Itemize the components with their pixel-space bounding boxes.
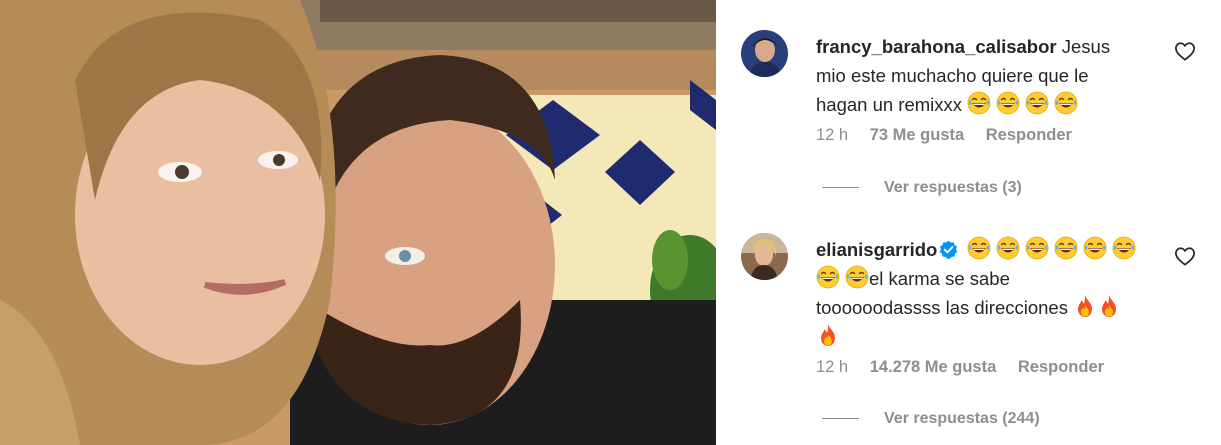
comment-username[interactable]: francy_barahona_calisabor (816, 36, 1057, 57)
laughing-emoji-icon (1054, 236, 1078, 260)
comment-body-line2: el karma se sabe (869, 268, 1010, 289)
comment-likes[interactable]: 14.278 Me gusta (870, 358, 997, 376)
comment-time: 12 h (816, 126, 849, 144)
comment-body-line3: toooooodassss las direcciones (816, 297, 1068, 318)
laughing-emoji-icon (1054, 91, 1078, 115)
fire-emoji-icon (1097, 294, 1121, 318)
comment-text: elianisgarrido el karma se sabe tooooood… (816, 235, 1156, 351)
comment-body-line3: hagan un remixxx (816, 94, 963, 115)
laughing-emoji-icon (816, 265, 840, 289)
comment-meta: 12 h 73 Me gusta Responder (816, 126, 1089, 145)
verified-badge-icon (940, 240, 958, 259)
avatar[interactable] (741, 233, 788, 280)
laughing-emoji-icon (1025, 236, 1049, 260)
laughing-emoji-icon (1112, 236, 1136, 260)
fire-emoji-icon (1073, 294, 1097, 318)
laughing-emoji-icon (996, 91, 1020, 115)
divider-line (822, 187, 859, 189)
avatar[interactable] (741, 30, 788, 77)
laughing-emoji-icon (1025, 91, 1049, 115)
laughing-emoji-icon (967, 236, 991, 260)
view-replies-label: Ver respuestas (3) (884, 179, 1022, 196)
view-replies-button[interactable]: Ver respuestas (3) (822, 179, 1022, 197)
post-photo (0, 0, 716, 445)
divider-line (822, 418, 859, 420)
reply-button[interactable]: Responder (1018, 358, 1104, 376)
view-replies-label: Ver respuestas (244) (884, 410, 1040, 427)
laughing-emoji-icon (845, 265, 869, 289)
laughing-emoji-icon (967, 91, 991, 115)
comment-likes[interactable]: 73 Me gusta (870, 126, 964, 144)
comments-panel: francy_barahona_calisabor Jesus mio este… (716, 0, 1221, 445)
view-replies-button[interactable]: Ver respuestas (244) (822, 410, 1040, 428)
laughing-emoji-icon (1083, 236, 1107, 260)
comment-meta: 12 h 14.278 Me gusta Responder (816, 358, 1121, 377)
laughing-emoji-icon (996, 236, 1020, 260)
comment-time: 12 h (816, 358, 849, 376)
like-heart-icon[interactable] (1174, 41, 1196, 61)
comment-text: francy_barahona_calisabor Jesus mio este… (816, 32, 1156, 119)
comment-body-line1: Jesus (1061, 36, 1111, 57)
comment-body-line2: mio este muchacho quiere que le (816, 65, 1089, 86)
reply-button[interactable]: Responder (986, 126, 1072, 144)
like-heart-icon[interactable] (1174, 246, 1196, 266)
fire-emoji-icon (816, 323, 840, 347)
comment-username[interactable]: elianisgarrido (816, 239, 937, 260)
